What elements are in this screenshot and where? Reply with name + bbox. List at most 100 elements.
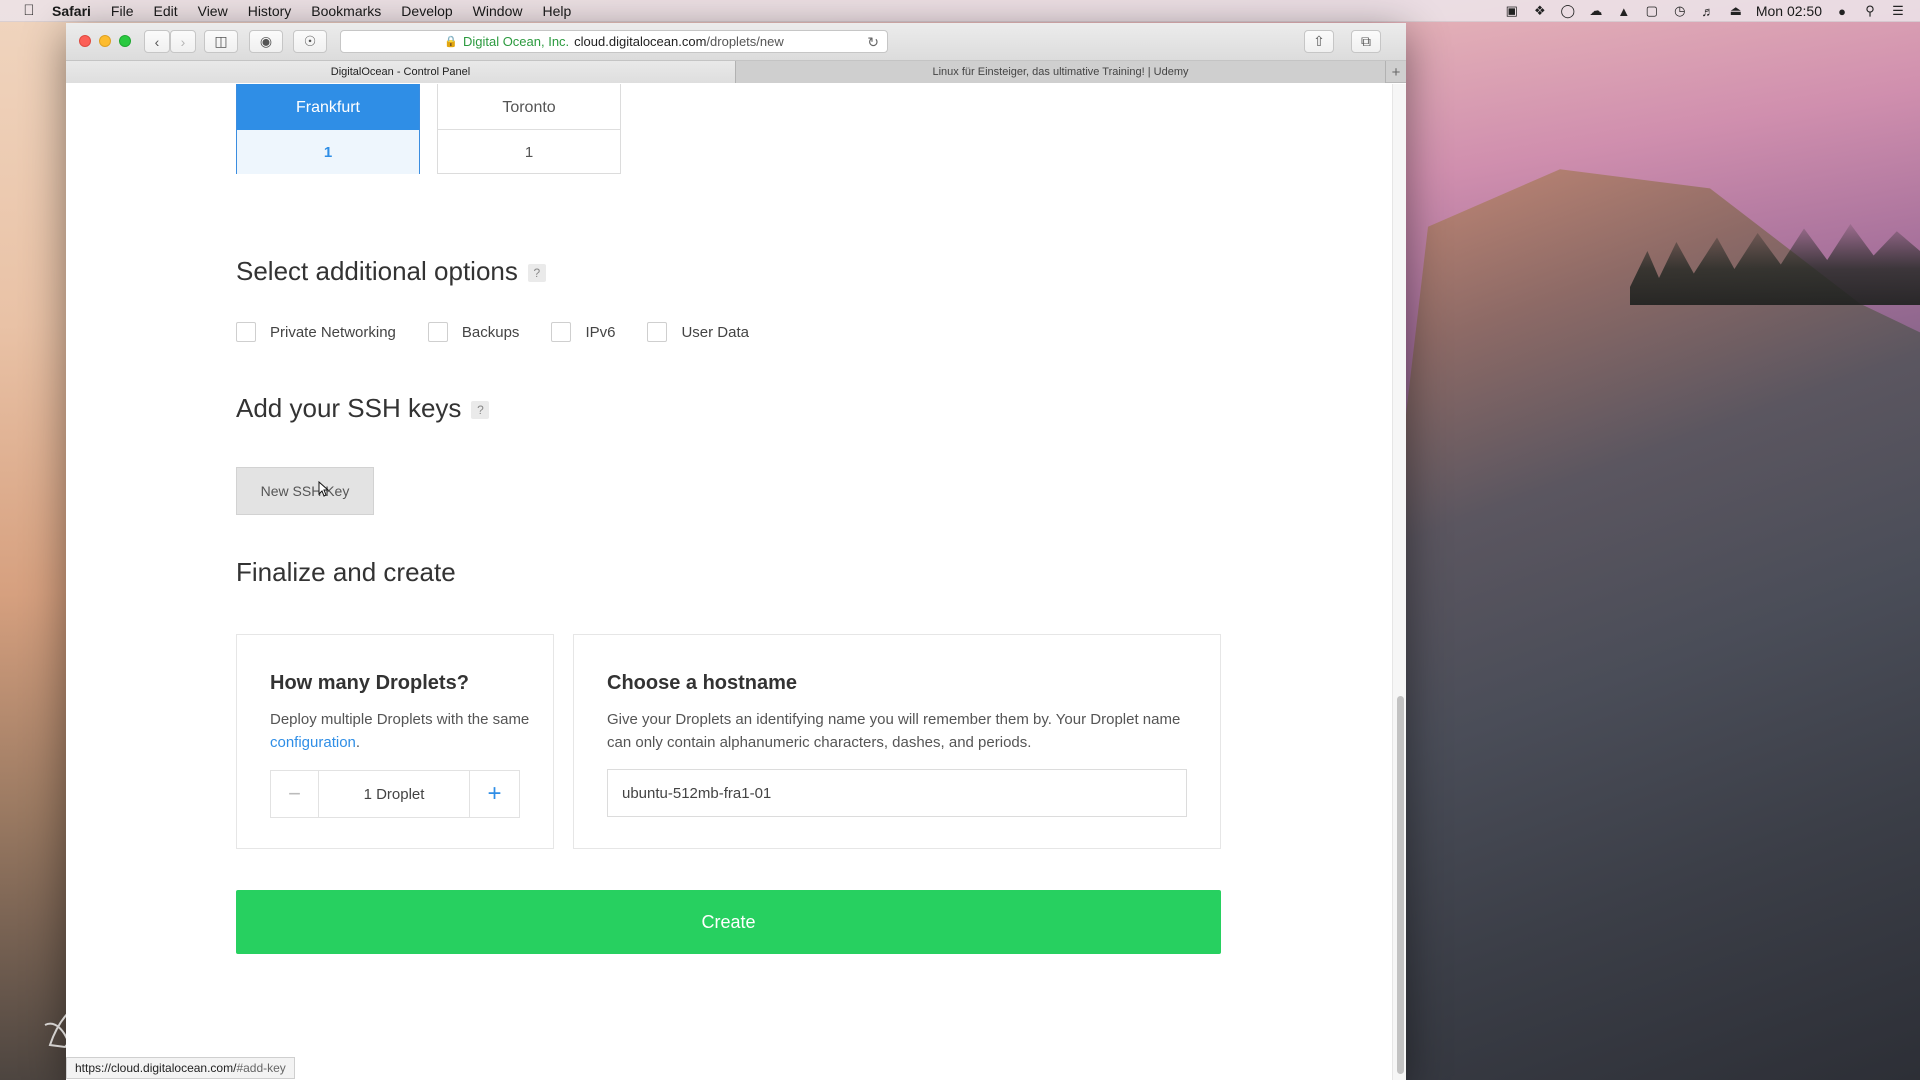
dropbox-icon[interactable]: ❖ (1532, 3, 1548, 19)
droplet-count-panel: How many Droplets? Deploy multiple Dropl… (236, 634, 554, 849)
forward-button[interactable]: › (170, 30, 196, 53)
sidebar-icon: ◫ (214, 33, 228, 49)
user-data-checkbox[interactable] (647, 322, 668, 342)
vertical-scrollbar[interactable] (1392, 84, 1406, 1080)
tabs-overview-icon: ⧉ (1361, 33, 1371, 49)
ssh-keys-title: Add your SSH keys (236, 393, 462, 423)
window-close-button[interactable] (79, 35, 91, 47)
reload-icon[interactable]: ↻ (867, 34, 879, 51)
description-text: Deploy multiple Droplets with the same (270, 711, 530, 728)
chevron-left-icon: ‹ (154, 33, 160, 50)
back-button[interactable]: ‹ (144, 30, 170, 53)
menu-edit[interactable]: Edit (153, 3, 177, 19)
droplet-quantity-value: 1 Droplet (363, 785, 425, 803)
status-bar-url: https://cloud.digitalocean.com/#add-key (66, 1057, 295, 1079)
window-minimize-button[interactable] (99, 35, 111, 47)
address-domain: cloud.digitalocean.com (574, 34, 707, 49)
decrement-button[interactable]: − (271, 771, 319, 817)
droplet-count-title: How many Droplets? (270, 672, 469, 694)
menu-bookmarks[interactable]: Bookmarks (311, 3, 381, 19)
wallpaper-left-edge (0, 0, 70, 1080)
menu-file[interactable]: File (111, 3, 134, 19)
hostname-panel: Choose a hostname Give your Droplets an … (573, 634, 1221, 849)
address-bar[interactable]: 🔒 Digital Ocean, Inc. cloud.digitalocean… (340, 30, 888, 53)
mouse-cursor-icon (318, 481, 330, 497)
address-path: /droplets/new (706, 34, 784, 49)
additional-options-list: Private Networking Backups IPv6 User Dat… (236, 322, 781, 342)
watermark-logo-icon (44, 991, 113, 1049)
help-icon[interactable]: ? (471, 401, 490, 420)
tab-digitalocean[interactable]: DigitalOcean - Control Panel (66, 61, 736, 83)
extension-button-1[interactable]: ◉ (249, 30, 283, 53)
sidebar-toggle-button[interactable]: ◫ (204, 30, 238, 53)
onepassword-extension-icon: ☉ (303, 33, 317, 49)
clock[interactable]: Mon 02:50 (1756, 3, 1822, 19)
menu-app-safari[interactable]: Safari (52, 3, 91, 19)
option-label: IPv6 (585, 323, 616, 341)
create-button[interactable]: Create (236, 890, 1221, 954)
spotlight-search-icon[interactable]: ⚲ (1862, 3, 1878, 19)
drive-icon[interactable]: ▲ (1616, 3, 1632, 19)
screen-record-icon[interactable]: ▣ (1504, 3, 1520, 19)
menu-help[interactable]: Help (542, 3, 571, 19)
apple-icon[interactable]:  (20, 2, 38, 20)
option-user-data[interactable]: User Data (647, 322, 749, 342)
time-machine-icon[interactable]: ◷ (1672, 3, 1688, 19)
scrollbar-thumb[interactable] (1397, 696, 1404, 1074)
show-tabs-button[interactable]: ⧉ (1351, 30, 1381, 53)
status-url-host: https://cloud.digitalocean.com/ (75, 1061, 237, 1075)
region-count: 1 (237, 129, 419, 174)
onepassword-icon[interactable]: ◯ (1560, 3, 1576, 19)
region-card-toronto[interactable]: ✿ Toronto 1 (437, 84, 621, 174)
finalize-heading: Finalize and create (236, 557, 456, 587)
droplet-count-description: Deploy multiple Droplets with the same c… (270, 708, 530, 754)
address-org: Digital Ocean, Inc. (462, 34, 570, 49)
display-icon[interactable]: ▢ (1644, 3, 1660, 19)
lock-icon: 🔒 (444, 36, 458, 48)
increment-button[interactable]: + (469, 771, 519, 817)
ghostery-icon: ◉ (259, 33, 273, 49)
eject-icon[interactable]: ⏏ (1728, 3, 1744, 19)
menu-bar:  Safari File Edit View History Bookmark… (0, 0, 1920, 22)
region-card-frankfurt[interactable]: Frankfurt 1 (236, 84, 420, 174)
status-url-fragment: #add-key (236, 1061, 286, 1075)
menu-develop[interactable]: Develop (401, 3, 452, 19)
volume-icon[interactable]: ♬ (1700, 3, 1716, 19)
option-private-networking[interactable]: Private Networking (236, 322, 396, 342)
user-icon[interactable]: ● (1834, 3, 1850, 19)
region-count: 1 (438, 129, 620, 174)
menu-history[interactable]: History (248, 3, 292, 19)
tab-udemy[interactable]: Linux für Einsteiger, das ultimative Tra… (736, 61, 1386, 83)
ipv6-checkbox[interactable] (551, 322, 572, 342)
option-backups[interactable]: Backups (427, 322, 520, 342)
hostname-input[interactable] (607, 769, 1187, 817)
page-content: Frankfurt 1 ✿ Toronto 1 Select additiona… (66, 84, 1392, 1080)
configuration-link[interactable]: configuration (270, 734, 356, 751)
additional-options-heading: Select additional options? (236, 256, 546, 287)
share-button[interactable]: ⇧ (1304, 30, 1334, 53)
help-icon[interactable]: ? (527, 264, 546, 283)
notification-center-icon[interactable]: ☰ (1890, 3, 1906, 19)
new-ssh-key-button[interactable]: New SSH Key (236, 467, 374, 515)
browser-window: ‹ › ◫ ◉ ☉ 🔒 Digital Ocean, Inc. cloud.di… (66, 23, 1406, 1080)
hostname-title: Choose a hostname (607, 672, 798, 694)
window-maximize-button[interactable] (119, 35, 131, 47)
status-area: ▣ ❖ ◯ ☁ ▲ ▢ ◷ ♬ ⏏ Mon 02:50 ● ⚲ ☰ (1504, 0, 1906, 22)
option-ipv6[interactable]: IPv6 (551, 322, 615, 342)
option-label: Backups (461, 323, 520, 341)
ssh-keys-heading: Add your SSH keys? (236, 393, 490, 424)
tab-bar: DigitalOcean - Control Panel Linux für E… (66, 61, 1406, 83)
extension-button-2[interactable]: ☉ (293, 30, 327, 53)
plus-icon: + (1391, 63, 1401, 81)
private-networking-checkbox[interactable] (236, 322, 256, 342)
new-tab-button[interactable]: + (1386, 61, 1406, 83)
chevron-right-icon: › (180, 33, 186, 50)
additional-options-title: Select additional options (236, 256, 518, 286)
cloud-icon[interactable]: ☁ (1588, 3, 1604, 19)
backups-checkbox[interactable] (427, 322, 448, 342)
menu-view[interactable]: View (198, 3, 228, 19)
region-name: Frankfurt (295, 99, 360, 116)
menu-window[interactable]: Window (473, 3, 523, 19)
hostname-description: Give your Droplets an identifying name y… (607, 711, 1181, 751)
droplet-quantity-stepper: − 1 Droplet + (270, 770, 520, 818)
